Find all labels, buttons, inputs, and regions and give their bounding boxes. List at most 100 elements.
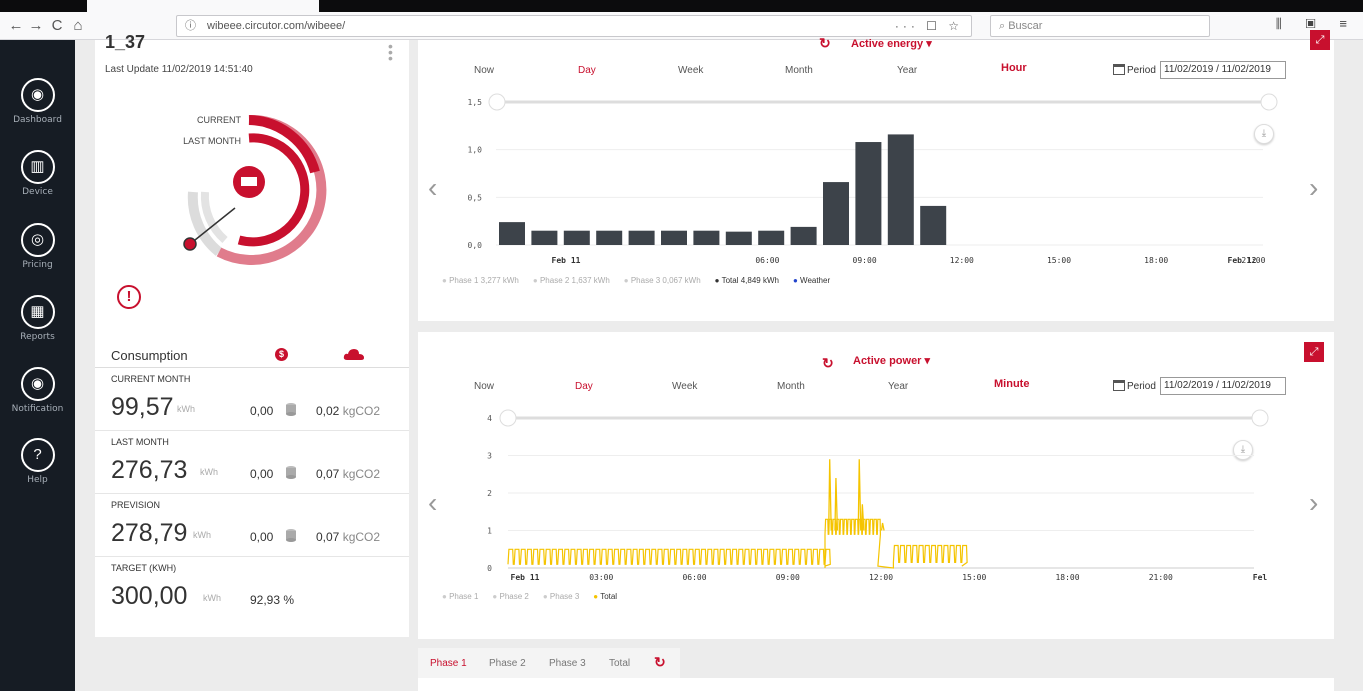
legend-item[interactable]: ● Weather — [793, 276, 830, 285]
series-line-total — [507, 518, 968, 569]
bar — [823, 182, 849, 245]
kebab-menu-icon[interactable]: • • • — [388, 39, 393, 65]
legend-dot-icon: ● — [714, 276, 722, 285]
money-icon: $ — [275, 348, 288, 361]
x-tick-label: 18:00 — [1055, 573, 1079, 582]
legend-dot-icon: ● — [623, 276, 631, 285]
row-value: 276,73 — [111, 456, 188, 484]
x-tick-label: 21:00 — [1149, 573, 1173, 582]
legend-item[interactable]: ● Total — [593, 592, 617, 601]
refresh-icon[interactable]: ↻ — [654, 654, 666, 671]
legend-item[interactable]: ● Phase 1 3,277 kWh — [442, 276, 519, 285]
sidebar-item-label: Device — [22, 187, 53, 197]
legend-dot-icon: ● — [442, 276, 450, 285]
sidebar-item-pricing[interactable]: ◎ Pricing — [0, 223, 75, 293]
x-tick-label: Fel — [1253, 573, 1268, 582]
range-slider-handle-right — [1260, 93, 1278, 111]
bar — [887, 134, 914, 245]
y-tick-label: 1,0 — [468, 146, 483, 155]
browser-tab-active[interactable] — [87, 0, 319, 12]
y-tick-label: 3 — [487, 452, 492, 461]
row-label: TARGET (KWH) — [111, 563, 177, 573]
sidebar-item-reports[interactable]: ▦ Reports — [0, 295, 75, 365]
legend-label: Phase 2 — [499, 592, 529, 601]
tab-phase-1[interactable]: Phase 1 — [430, 658, 467, 669]
alert-icon[interactable]: ! — [117, 285, 141, 309]
x-tick-label: 15:00 — [962, 573, 986, 582]
x-tick-label: 09:00 — [853, 256, 877, 265]
bar — [563, 230, 590, 245]
consumption-row-target: TARGET (KWH) 300,00 kWh 92,93 % — [95, 557, 409, 620]
legend-item[interactable]: ● Phase 2 1,637 kWh — [533, 276, 610, 285]
help-icon: ? — [20, 438, 55, 472]
sidebar: ◉ Dashboard ▥ Device ◎ Pricing ▦ Reports… — [0, 40, 75, 691]
page-actions-icon[interactable]: ··· ☐ ☆ — [895, 16, 963, 36]
tab-phase-3[interactable]: Phase 3 — [549, 658, 586, 669]
pricing-icon: ◎ — [20, 223, 55, 257]
home-button-icon[interactable]: ⌂ — [68, 16, 88, 36]
sidebar-item-device[interactable]: ▥ Device — [0, 150, 75, 220]
row-co2: 0,07 kgCO2 — [316, 530, 381, 544]
row-unit: kWh — [203, 593, 221, 603]
y-tick-label: 2 — [487, 489, 492, 498]
row-label: CURRENT MONTH — [111, 374, 191, 384]
phase-tabs: Phase 1 Phase 2 Phase 3 Total ↻ — [418, 648, 1334, 691]
bar — [790, 226, 817, 245]
y-tick-label: 0,5 — [468, 193, 483, 202]
row-label: LAST MONTH — [111, 437, 169, 447]
row-label: PREVISION — [111, 500, 161, 510]
browser-toolbar: ← → C ⌂ ⓘ wibeee.circutor.com/wibeee/ ··… — [0, 0, 1363, 40]
y-tick-label: 1,5 — [468, 98, 483, 107]
row-unit: kWh — [200, 467, 218, 477]
url-bar[interactable]: ⓘ wibeee.circutor.com/wibeee/ ··· ☐ ☆ — [176, 15, 972, 37]
x-tick-label: 12:00 — [950, 256, 974, 265]
range-slider-handle-right — [1251, 409, 1269, 427]
consumption-row-prevision: PREVISION 278,79 kWh 0,00 0,07 kgCO2 — [95, 494, 409, 557]
legend-item[interactable]: ● Phase 2 — [492, 592, 528, 601]
x-tick-label: Feb 11 — [552, 256, 581, 265]
bar — [628, 230, 655, 245]
bar — [855, 142, 882, 245]
x-tick-label: 06:00 — [682, 573, 706, 582]
legend-item[interactable]: ● Phase 3 — [543, 592, 579, 601]
site-info-icon[interactable]: ⓘ — [185, 16, 196, 36]
sidebar-item-notification[interactable]: ◉ Notification — [0, 367, 75, 437]
search-input[interactable]: ⌕ Buscar — [990, 15, 1210, 37]
legend-label: Phase 2 1,637 kWh — [539, 276, 610, 285]
coin-stack-icon — [286, 529, 296, 542]
sidebar-item-dashboard[interactable]: ◉ Dashboard — [0, 78, 75, 148]
tab-phase-2[interactable]: Phase 2 — [489, 658, 526, 669]
tab-total[interactable]: Total — [609, 658, 630, 669]
row-unit: kWh — [193, 530, 211, 540]
reload-button-icon[interactable]: C — [47, 16, 67, 36]
url-text: wibeee.circutor.com/wibeee/ — [207, 20, 346, 32]
sidebar-item-label: Notification — [11, 404, 64, 414]
x-tick-label: 12:00 — [869, 573, 893, 582]
sidebar-item-label: Pricing — [22, 260, 53, 270]
active-power-panel: ↻ Active power ▾ ⤢ Now Day Week Month Ye… — [418, 332, 1334, 639]
y-tick-label: 1 — [487, 527, 492, 536]
sidebar-item-help[interactable]: ? Help — [0, 438, 75, 508]
dashboard-icon: ◉ — [20, 78, 55, 112]
search-icon: ⌕ — [999, 20, 1009, 32]
bar — [661, 230, 687, 245]
row-percent: 92,93 % — [250, 593, 295, 607]
consumption-row-last-month: LAST MONTH 276,73 kWh 0,00 0,07 kgCO2 — [95, 431, 409, 494]
row-cost: 0,00 — [250, 467, 274, 481]
row-value: 99,57 — [111, 393, 174, 421]
bar — [920, 205, 947, 245]
legend-item[interactable]: ● Phase 3 0,067 kWh — [624, 276, 701, 285]
legend-item[interactable]: ● Phase 1 — [442, 592, 478, 601]
bar — [758, 230, 785, 245]
y-tick-label: 0 — [487, 564, 492, 573]
legend-item[interactable]: ● Total 4,849 kWh — [715, 276, 779, 285]
back-button-icon[interactable]: ← — [6, 16, 26, 36]
device-name: 1_37 — [105, 32, 146, 52]
forward-button-icon[interactable]: → — [26, 16, 46, 36]
last-update: Last Update 11/02/2019 14:51:40 — [105, 64, 253, 75]
consumption-row-current-month: CURRENT MONTH 99,57 kWh 0,00 0,02 kgCO2 — [95, 368, 409, 431]
power-legend: ● Phase 1 ● Phase 2 ● Phase 3 ● Total — [442, 592, 631, 601]
legend-dot-icon: ● — [442, 592, 450, 601]
x-tick-label: 06:00 — [755, 256, 779, 265]
coin-stack-icon — [286, 403, 296, 416]
